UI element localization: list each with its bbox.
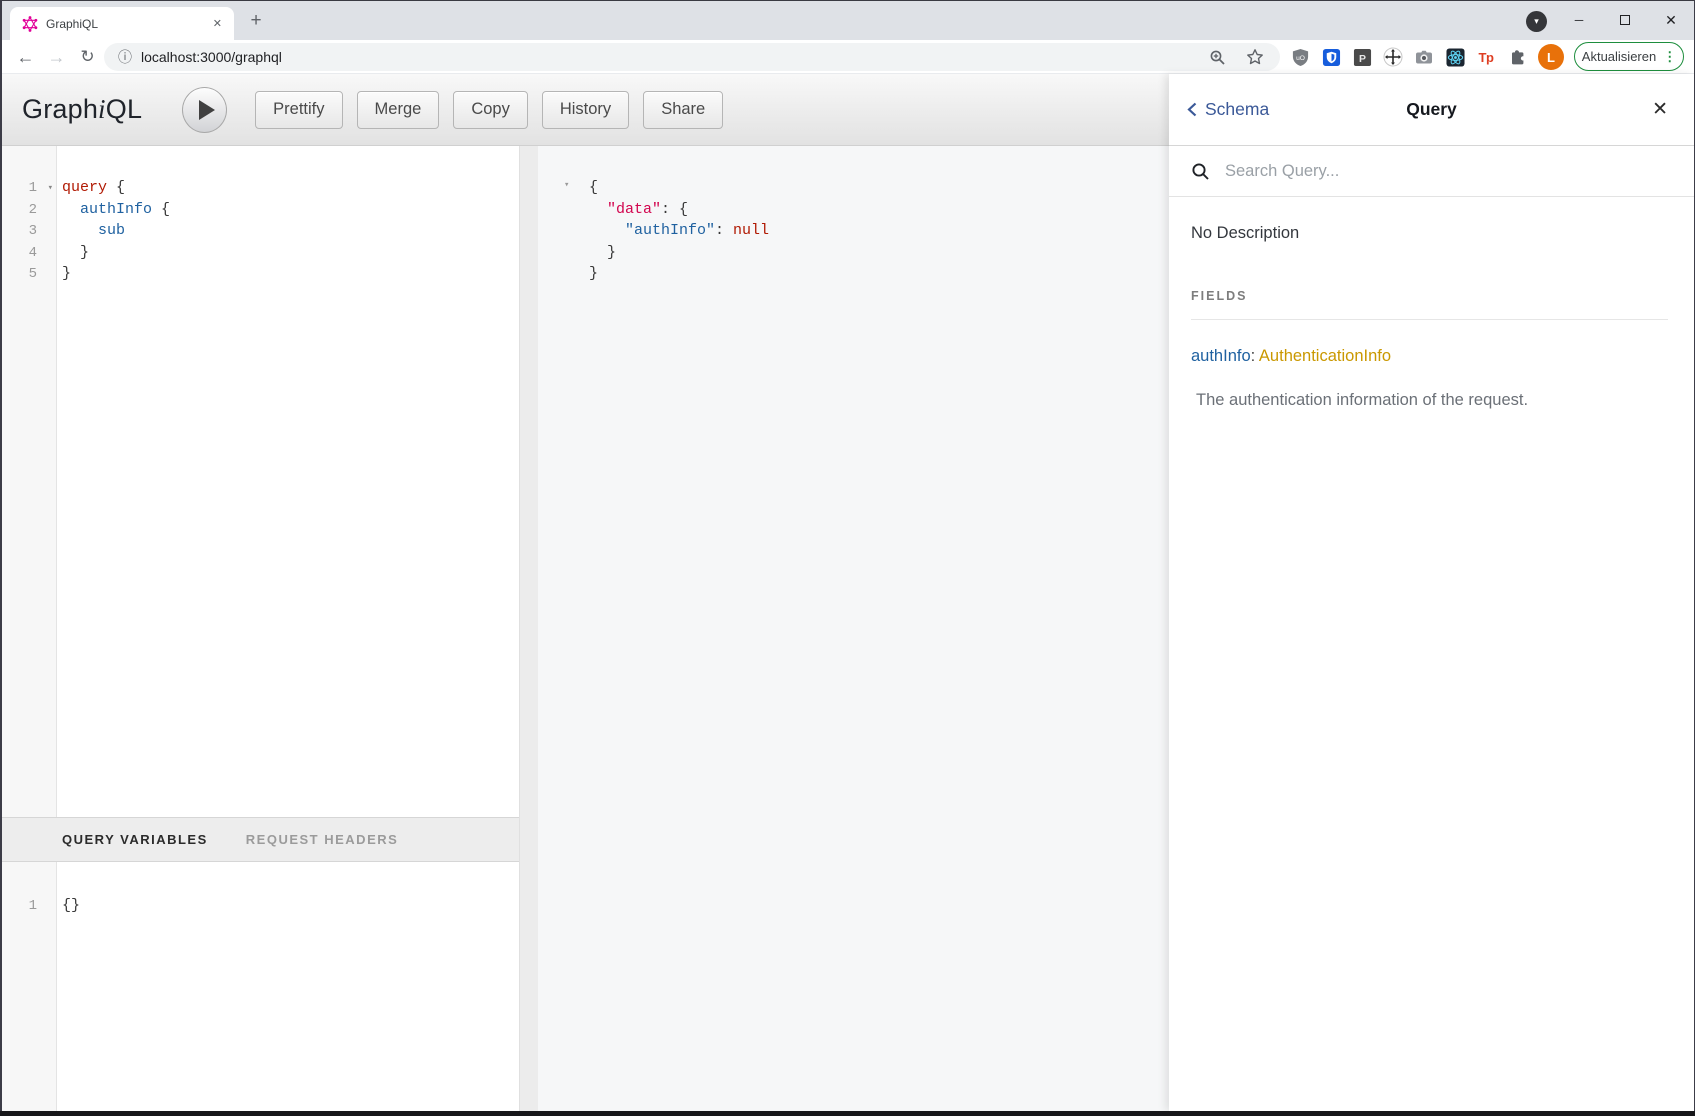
field-row-authinfo: authInfo: AuthenticationInfo bbox=[1191, 347, 1672, 366]
tab-query-variables[interactable]: QUERY VARIABLES bbox=[62, 832, 208, 847]
browser-nav-buttons: ← → ↻ bbox=[10, 40, 103, 74]
react-devtools-icon[interactable] bbox=[1445, 47, 1465, 67]
toolbar-buttons: Prettify Merge Copy History Share bbox=[255, 91, 723, 129]
window-border bbox=[0, 0, 1695, 1]
extension-icons: uO P Tp L bbox=[1290, 40, 1564, 74]
minimize-button[interactable]: ─ bbox=[1556, 0, 1602, 40]
search-icon bbox=[1191, 162, 1210, 181]
profile-avatar[interactable]: L bbox=[1538, 44, 1564, 70]
prettify-button[interactable]: Prettify bbox=[255, 91, 342, 129]
graphql-favicon-icon bbox=[22, 16, 38, 32]
doc-panel-title: Query bbox=[1169, 74, 1694, 145]
doc-explorer-header: Schema Query ✕ bbox=[1169, 74, 1694, 146]
graphiql-logo: GraphiQL bbox=[22, 94, 142, 125]
window-border bbox=[0, 0, 2, 1116]
fold-arrow-icon[interactable]: ▾ bbox=[48, 178, 53, 200]
tab-title: GraphiQL bbox=[46, 17, 209, 31]
crosshair-extension-icon[interactable] bbox=[1383, 47, 1403, 67]
reload-button[interactable]: ↻ bbox=[72, 47, 103, 67]
code-line[interactable]: sub bbox=[58, 220, 519, 242]
tampermonkey-icon[interactable]: Tp bbox=[1476, 47, 1496, 67]
update-button-label: Aktualisieren bbox=[1582, 49, 1656, 64]
history-button[interactable]: History bbox=[542, 91, 629, 129]
forward-button[interactable]: → bbox=[41, 47, 72, 68]
code-line[interactable]: query { bbox=[58, 177, 519, 199]
query-code[interactable]: query { authInfo { sub } } bbox=[58, 146, 519, 817]
tab-close-icon[interactable]: ✕ bbox=[209, 15, 226, 32]
result-json: { "data": { "authInfo": null } } bbox=[538, 146, 1169, 285]
back-button[interactable]: ← bbox=[10, 47, 41, 68]
zoom-indicator-icon[interactable] bbox=[1209, 49, 1226, 66]
merge-button[interactable]: Merge bbox=[357, 91, 440, 129]
code-line[interactable]: {} bbox=[58, 895, 519, 917]
fields-divider bbox=[1191, 319, 1668, 320]
window-controls: ─ ✕ bbox=[1556, 0, 1694, 40]
doc-close-icon[interactable]: ✕ bbox=[1652, 74, 1668, 145]
result-line: "data": { bbox=[585, 199, 1169, 221]
close-window-button[interactable]: ✕ bbox=[1648, 0, 1694, 40]
browser-tab[interactable]: GraphiQL ✕ bbox=[10, 7, 234, 40]
browser-update-button[interactable]: Aktualisieren ⋮ bbox=[1574, 42, 1684, 71]
browser-window: GraphiQL ✕ + ▾ ─ ✕ ← → ↻ ⓘ localhost:300… bbox=[0, 0, 1695, 1116]
execute-query-button[interactable] bbox=[182, 87, 227, 133]
field-description: The authentication information of the re… bbox=[1191, 391, 1672, 410]
svg-text:P: P bbox=[1359, 53, 1366, 64]
schema-description: No Description bbox=[1191, 224, 1672, 243]
doc-panel-body: No Description FIELDS authInfo: Authenti… bbox=[1169, 224, 1694, 410]
result-line: } bbox=[585, 263, 1169, 285]
share-button[interactable]: Share bbox=[643, 91, 723, 129]
result-line: { bbox=[585, 177, 1169, 199]
browser-update-badge-icon[interactable]: ▾ bbox=[1526, 11, 1547, 32]
variables-editor[interactable]: 1 {} bbox=[0, 862, 519, 1111]
doc-search-input[interactable] bbox=[1223, 161, 1543, 182]
code-line[interactable]: authInfo { bbox=[58, 199, 519, 221]
doc-search-row bbox=[1169, 146, 1694, 197]
new-tab-button[interactable]: + bbox=[244, 9, 268, 33]
p-extension-icon[interactable]: P bbox=[1352, 47, 1372, 67]
variables-tab-bar: QUERY VARIABLES REQUEST HEADERS bbox=[0, 817, 519, 862]
query-pane: 1▾ 2 3 4 5 query { authInfo { sub } } QU… bbox=[0, 146, 519, 1111]
query-editor[interactable]: 1▾ 2 3 4 5 query { authInfo { sub } } bbox=[0, 146, 519, 817]
browser-tab-strip: GraphiQL ✕ + ▾ ─ ✕ bbox=[0, 0, 1695, 40]
window-border bbox=[0, 1111, 1695, 1116]
fields-heading: FIELDS bbox=[1191, 289, 1672, 303]
maximize-icon bbox=[1620, 15, 1630, 25]
extensions-puzzle-icon[interactable] bbox=[1507, 47, 1527, 67]
fold-arrow-icon[interactable]: ▾ bbox=[564, 180, 569, 190]
play-icon bbox=[199, 100, 215, 120]
url-text[interactable]: localhost:3000/graphql bbox=[141, 49, 1209, 65]
pane-resize-handle[interactable] bbox=[519, 146, 538, 1111]
code-line[interactable]: } bbox=[58, 242, 519, 264]
maximize-button[interactable] bbox=[1602, 0, 1648, 40]
variables-editor-gutter: 1 bbox=[0, 862, 57, 1111]
query-editor-gutter: 1▾ 2 3 4 5 bbox=[0, 146, 57, 817]
result-line: "authInfo": null bbox=[585, 220, 1169, 242]
camera-extension-icon[interactable] bbox=[1414, 47, 1434, 67]
copy-button[interactable]: Copy bbox=[453, 91, 528, 129]
address-bar-actions bbox=[1209, 48, 1264, 66]
browser-menu-icon[interactable]: ⋮ bbox=[1663, 49, 1676, 65]
graphiql-toolbar: GraphiQL Prettify Merge Copy History Sha… bbox=[0, 74, 1169, 146]
field-type-link[interactable]: AuthenticationInfo bbox=[1259, 347, 1391, 365]
code-line[interactable]: } bbox=[58, 263, 519, 285]
svg-text:uO: uO bbox=[1296, 54, 1305, 61]
doc-explorer-panel: Schema Query ✕ No Description FIELDS aut… bbox=[1169, 74, 1694, 1111]
site-info-icon[interactable]: ⓘ bbox=[118, 47, 132, 67]
result-pane: ▾ { "data": { "authInfo": null } } bbox=[538, 146, 1169, 1111]
result-line: } bbox=[585, 242, 1169, 264]
field-name-link[interactable]: authInfo bbox=[1191, 347, 1251, 365]
ublock-shield-icon[interactable]: uO bbox=[1290, 47, 1310, 67]
tab-request-headers[interactable]: REQUEST HEADERS bbox=[246, 832, 399, 847]
address-bar[interactable]: ⓘ localhost:3000/graphql bbox=[104, 43, 1280, 71]
bookmark-star-icon[interactable] bbox=[1246, 48, 1264, 66]
bitwarden-icon[interactable] bbox=[1321, 47, 1341, 67]
variables-code[interactable]: {} bbox=[58, 862, 519, 1111]
